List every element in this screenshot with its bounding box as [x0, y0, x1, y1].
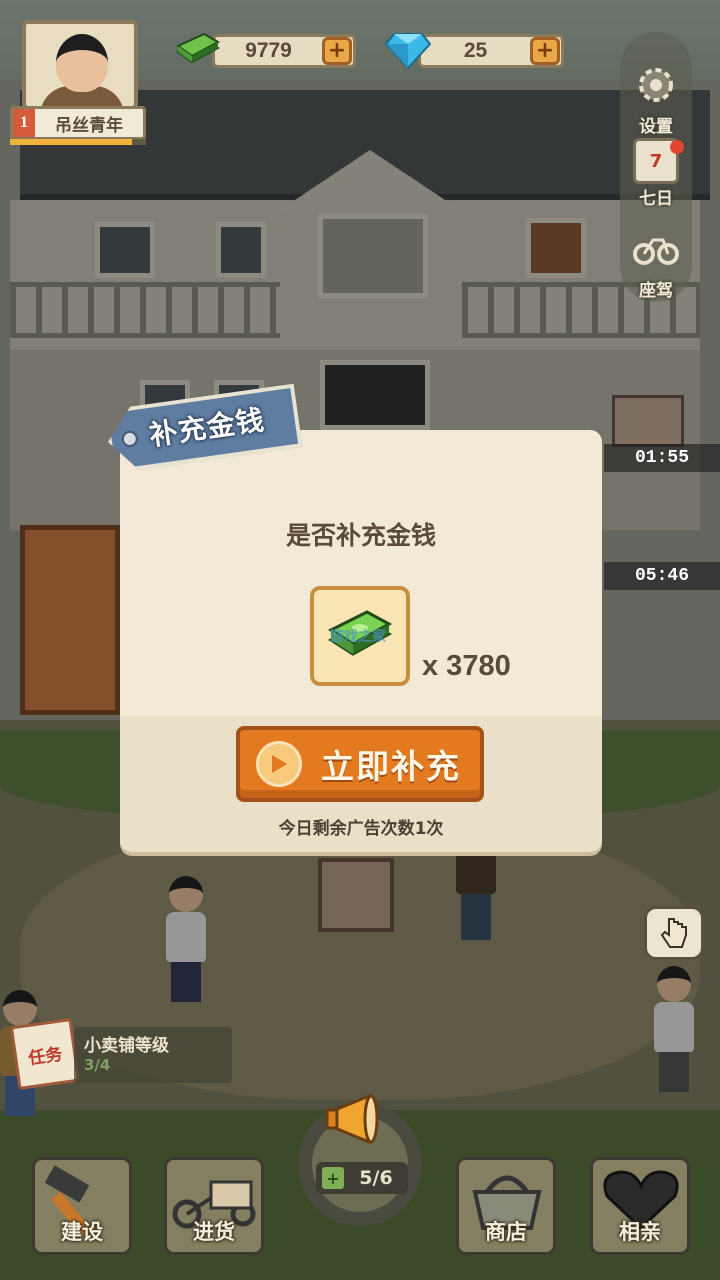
settings-label: 设置: [639, 117, 673, 137]
timer-1: 01:55: [604, 444, 720, 472]
refill-now-button[interactable]: 立即补充: [236, 726, 484, 802]
ticket-count: 5/6: [359, 1167, 393, 1189]
xp-bar: [10, 139, 146, 145]
money-value: 9779: [245, 39, 292, 62]
restock-button[interactable]: 进货: [164, 1157, 264, 1255]
cash-stack-icon: [176, 32, 221, 64]
task-title: 小卖铺等级: [84, 1036, 169, 1056]
build-button[interactable]: 建设: [32, 1157, 132, 1255]
task-progress: 3/4: [84, 1056, 111, 1074]
task-card-label: 任务: [27, 1044, 64, 1069]
timer-2: 05:46: [604, 562, 720, 590]
player-avatar[interactable]: [22, 20, 138, 110]
ad-ticket-counter: + 5/6: [316, 1162, 408, 1194]
megaphone-icon: [325, 1093, 379, 1145]
add-gems-button[interactable]: +: [530, 37, 560, 65]
seven-day-label: 七日: [639, 189, 673, 209]
reward-amount: x 3780: [422, 650, 511, 682]
task-panel[interactable]: 小卖铺等级 3/4: [74, 1027, 232, 1083]
add-money-button[interactable]: +: [322, 37, 352, 65]
shop-button[interactable]: 商店: [456, 1157, 556, 1255]
refill-money-dialog: 是否补充金钱 游戏之家 x 3780 立即补充 今日剩余广告次数1次: [120, 430, 602, 852]
diamond-icon: [384, 33, 432, 70]
restock-label: 进货: [193, 1220, 235, 1244]
play-video-icon: [256, 741, 302, 787]
build-label: 建设: [61, 1220, 103, 1244]
gear-icon: [639, 68, 673, 102]
dialog-question: 是否补充金钱: [285, 521, 436, 550]
settings-button[interactable]: 设置: [620, 62, 692, 137]
tap-hint-bubble[interactable]: [644, 906, 704, 960]
notification-dot: [670, 140, 684, 154]
task-card[interactable]: 任务: [9, 1017, 81, 1091]
shop-label: 商店: [485, 1220, 527, 1244]
xp-bar-fill: [10, 139, 133, 145]
player-title: 吊丝青年: [55, 115, 123, 136]
seven-day-number: 7: [649, 150, 663, 172]
player-title-bar: 1 吊丝青年: [10, 106, 146, 140]
vehicle-button[interactable]: 座驾: [620, 226, 692, 301]
watermark: 游戏之家: [330, 629, 386, 645]
dating-label: 相亲: [619, 1220, 661, 1244]
pointing-hand-icon: [660, 918, 687, 948]
ticket-icon: +: [322, 1167, 344, 1189]
ads-remaining-text: 今日剩余广告次数1次: [278, 819, 444, 839]
money-counter: 9779 +: [212, 34, 356, 68]
gem-value: 25: [463, 39, 488, 62]
dating-button[interactable]: 相亲: [590, 1157, 690, 1255]
refill-now-label: 立即补充: [321, 747, 461, 786]
gem-counter: 25 +: [418, 34, 564, 68]
vehicle-label: 座驾: [639, 281, 673, 301]
bicycle-icon: [633, 238, 679, 265]
player-level: 1: [13, 109, 35, 137]
